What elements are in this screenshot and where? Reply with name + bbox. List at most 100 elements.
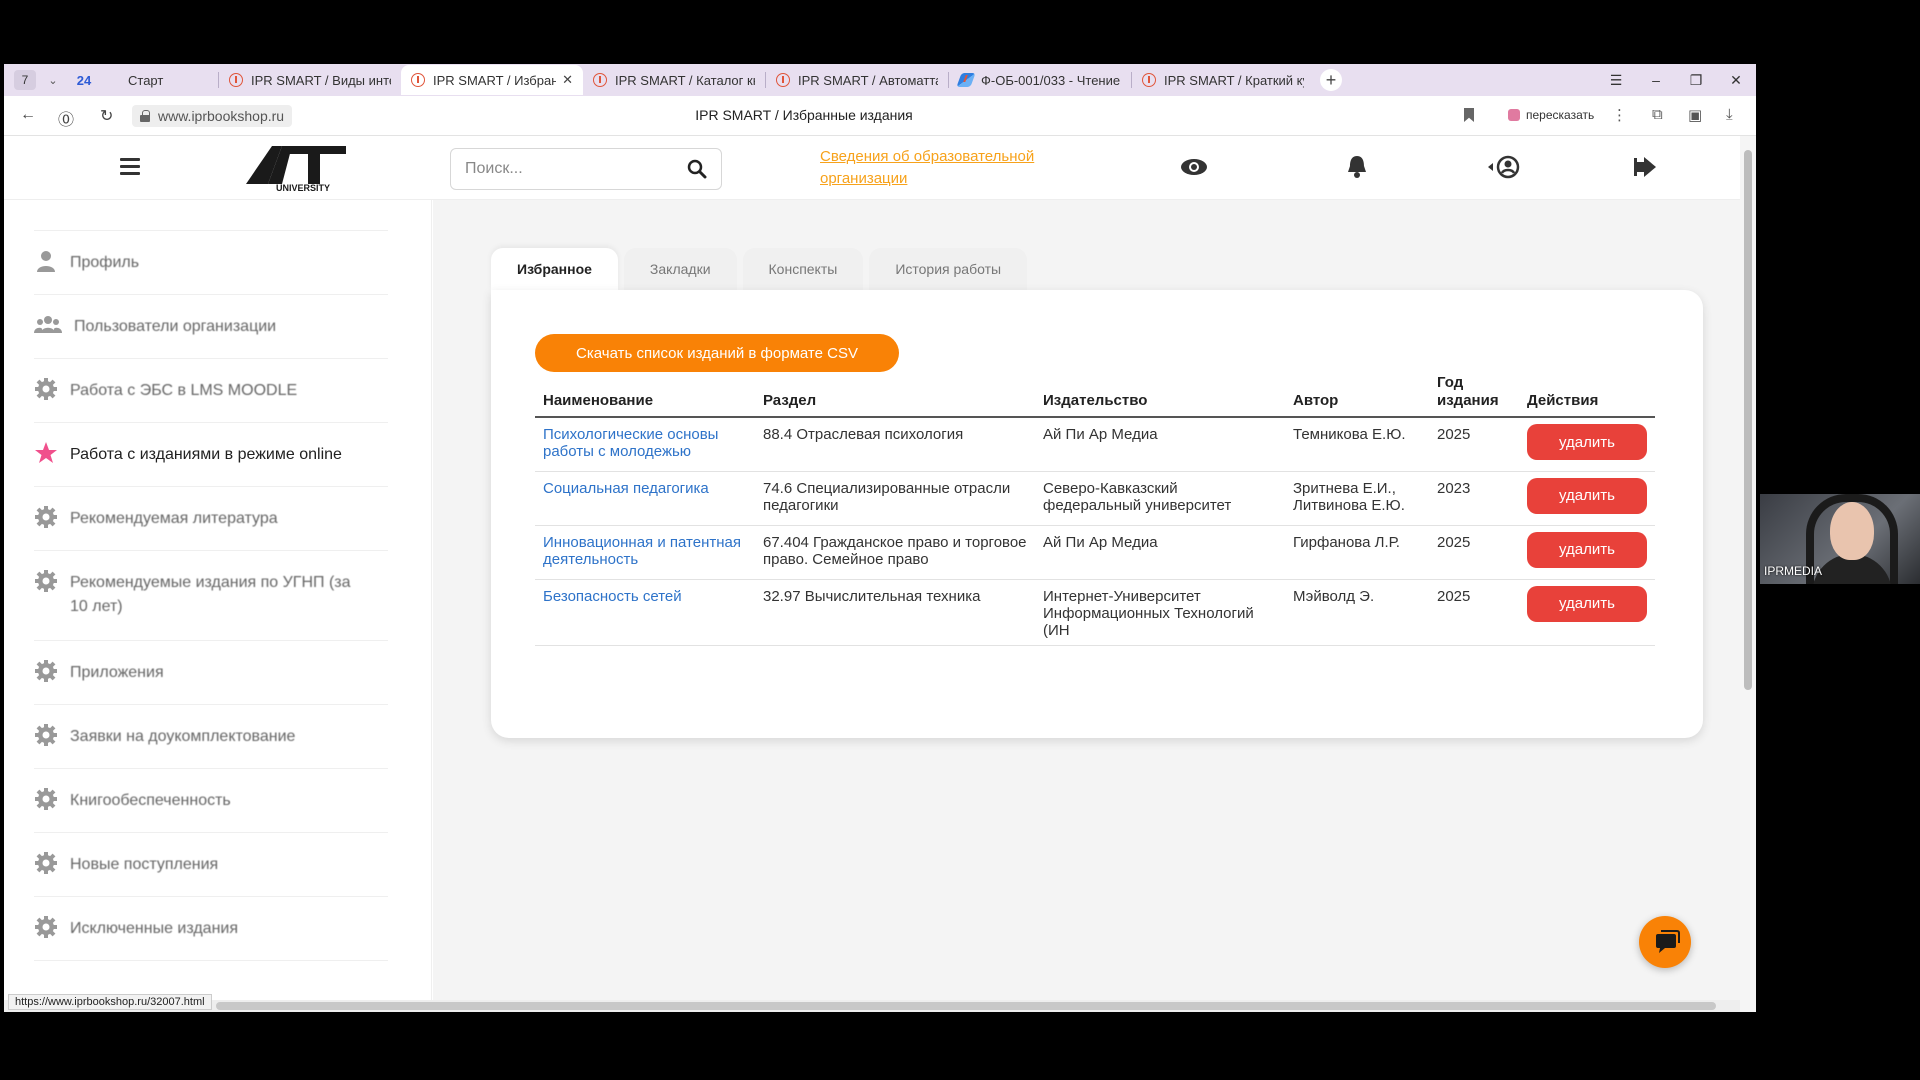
eye-icon[interactable] [1180,158,1208,176]
edition-author: Мэйволд Э. [1285,579,1429,646]
vertical-scrollbar[interactable] [1740,136,1756,1012]
webcam-overlay: IPRMEDIA [1760,494,1920,584]
gear-icon [35,916,57,938]
org-info-link[interactable]: Сведения об образовательной организации [820,146,1080,190]
browser-tab-label: IPR SMART / Автоматтан [798,72,938,88]
profile-badge-icon[interactable]: ▣ [1688,106,1702,124]
university-logo[interactable]: UNIVERSITY [246,144,354,193]
edition-title-link[interactable]: Безопасность сетей [543,588,682,605]
edition-title-link[interactable]: Социальная педагогика [543,480,709,497]
chevron-down-icon[interactable]: ⌄ [42,74,64,87]
edition-year: 2025 [1429,579,1519,646]
sidebar-item-ugnp[interactable]: Рекомендуемые издания по УГНП (за 10 лет… [34,550,388,640]
delete-button[interactable]: удалить [1527,585,1647,622]
main-content: Избранное Закладки Конспекты История раб… [433,200,1740,1012]
sidebar-item-org-users[interactable]: Пользователи организации [34,294,388,339]
sidebar-item-label: Новые поступления [70,856,219,873]
sidebar-item-recommended[interactable]: Рекомендуемая литература [34,486,388,531]
sidebar-item-label: Рекомендуемая литература [70,510,278,527]
sidebar-item-applications[interactable]: Приложения [34,640,388,685]
bell-icon[interactable] [1346,154,1368,178]
table-row: Безопасность сетей 32.97 Вычислительная … [535,579,1655,646]
search-input[interactable] [465,159,665,179]
browser-tab[interactable]: IPR SMART / Автоматтан [766,65,948,95]
site-favicon-icon [1142,73,1156,87]
tab-group-number[interactable]: 24 [70,73,98,88]
sidebar-item-label: Исключенные издания [70,920,239,937]
sidebar-item-label: Приложения [70,664,164,681]
restore-icon[interactable]: ❐ [1676,72,1716,89]
person-face [1830,502,1874,560]
download-icon[interactable]: ⤓ [1726,106,1733,123]
scrollbar-thumb[interactable] [1744,150,1752,690]
browser-tab-active[interactable]: IPR SMART / Избранн ✕ [401,65,583,95]
edition-author: Зритнева Е.И., Литвинова Е.Ю. [1285,471,1429,526]
retell-button[interactable]: пересказать [1504,104,1600,126]
table-row: Психологические основы работы с молодежь… [535,417,1655,472]
column-header[interactable]: Год издания [1429,374,1519,418]
favorites-card: Скачать список изданий в формате CSV Наи… [491,290,1703,738]
site-favicon-icon [229,73,243,87]
close-icon[interactable]: ✕ [562,72,573,88]
chat-bubble-icon [1656,930,1680,953]
delete-button[interactable]: удалить [1527,531,1647,568]
new-tab-plus-icon[interactable]: + [1320,69,1342,91]
logout-icon[interactable] [1634,156,1658,178]
browser-tab-label: IPR SMART / Виды интег [251,72,391,88]
sidebar-item-new-arrivals[interactable]: Новые поступления [34,832,388,877]
column-header[interactable]: Автор [1285,374,1429,418]
sidebar-item-online-editions[interactable]: Работа с изданиями в режиме online [34,422,388,467]
search-icon[interactable] [687,159,707,179]
browser-tab[interactable]: Ф-ОБ-001/033 - Чтение и [949,65,1131,95]
more-vertical-icon[interactable]: ⋮ [1612,106,1627,124]
search-box [450,148,722,190]
tabs-menu-icon[interactable]: ☰ [1596,72,1636,89]
delete-button[interactable]: удалить [1527,424,1647,460]
user-icon [37,251,55,272]
edition-title-link[interactable]: Инновационная и патентная деятельность [543,534,741,568]
site-header: UNIVERSITY Сведения об образовательной о… [4,136,1740,200]
gear-icon [35,570,57,592]
browser-tab[interactable]: IPR SMART / Краткий кур [1132,65,1314,95]
sidebar-item-lms-moodle[interactable]: Работа с ЭБС в LMS MOODLE [34,358,388,403]
sidebar-item-book-supply[interactable]: Книгообеспеченность [34,768,388,813]
sidebar-divider [34,960,388,961]
sidebar-item-label: Заявки на доукомплектование [70,728,296,745]
horizontal-scrollbar[interactable] [4,1000,1740,1012]
logo-subtext: UNIVERSITY [276,183,330,192]
chat-button[interactable] [1639,916,1691,968]
sidebar-item-label: Пользователи организации [74,318,277,335]
close-window-icon[interactable]: ✕ [1716,72,1756,89]
window-controls: ☰ – ❐ ✕ [1596,64,1756,96]
download-csv-button[interactable]: Скачать список изданий в формате CSV [535,334,899,372]
sidebar-item-profile[interactable]: Профиль [34,230,388,275]
hamburger-menu-icon[interactable] [120,158,140,176]
address-bar: ← ⓪ ↻ www.iprbookshop.ru IPR SMART / Изб… [4,96,1756,136]
tab-count-badge[interactable]: 7 [14,70,36,90]
webcam-label: IPRMEDIA [1764,564,1823,578]
browser-tab[interactable]: Старт [98,65,218,95]
edition-title-link[interactable]: Психологические основы работы с молодежь… [543,426,718,460]
tab-bookmarks[interactable]: Закладки [623,248,737,290]
browser-tab[interactable]: IPR SMART / Виды интег [219,65,401,95]
browser-tab[interactable]: IPR SMART / Каталог кни [583,65,765,95]
minimize-icon[interactable]: – [1636,72,1676,88]
extensions-icon[interactable]: ⧉ [1652,106,1663,123]
column-header[interactable]: Раздел [755,374,1035,418]
column-header[interactable]: Издательство [1035,374,1285,418]
site-favicon-icon [776,73,790,87]
scrollbar-thumb[interactable] [216,1002,1716,1010]
edition-year: 2025 [1429,417,1519,472]
delete-button[interactable]: удалить [1527,477,1647,514]
user-account-icon[interactable] [1488,154,1520,180]
column-header[interactable]: Наименование [535,374,755,418]
sidebar-item-excluded[interactable]: Исключенные издания [34,896,388,941]
sidebar-item-requests[interactable]: Заявки на доукомплектование [34,704,388,749]
tab-notes[interactable]: Конспекты [742,248,864,290]
tab-favorites[interactable]: Избранное [491,248,618,290]
gear-icon [35,660,57,682]
sidebar: Профиль Пользователи организации Работа … [4,200,432,1012]
tab-history[interactable]: История работы [869,248,1028,290]
favorites-table: Наименование Раздел Издательство Автор Г… [535,374,1655,646]
edition-author: Темникова Е.Ю. [1285,417,1429,472]
